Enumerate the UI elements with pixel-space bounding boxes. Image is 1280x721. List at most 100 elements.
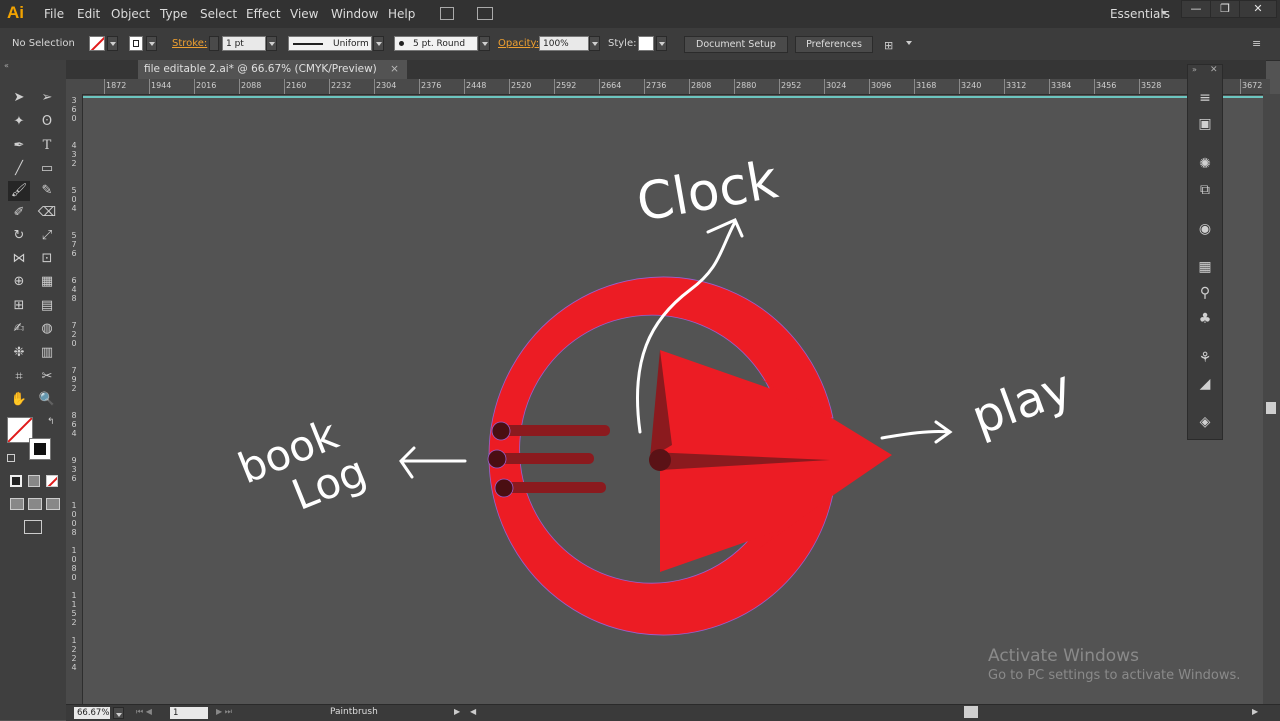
preferences-button[interactable]: Preferences <box>795 36 873 53</box>
brushes-icon[interactable]: ⚲ <box>1194 284 1216 302</box>
chevron-down-icon[interactable] <box>906 41 912 45</box>
arrange-documents-icon[interactable] <box>477 7 493 20</box>
selection-tool-icon[interactable]: ➤ <box>8 88 30 108</box>
shape-builder-tool-icon[interactable]: ⊕ <box>8 272 30 292</box>
menu-window[interactable]: Window <box>331 7 378 21</box>
blend-tool-icon[interactable]: ◍ <box>36 319 58 339</box>
gradient-tool-icon[interactable]: ▤ <box>36 296 58 316</box>
symbol-sprayer-tool-icon[interactable]: ❉ <box>8 343 30 363</box>
opacity-field[interactable]: 100% <box>539 36 589 51</box>
stroke-color-box[interactable] <box>29 438 51 460</box>
variable-width-profile[interactable]: Uniform <box>288 36 372 51</box>
close-window-button[interactable]: ✕ <box>1239 0 1277 18</box>
artboard-tool-icon[interactable]: ⌗ <box>8 367 30 387</box>
menu-object[interactable]: Object <box>111 7 150 21</box>
fill-dropdown[interactable] <box>107 36 118 51</box>
appearance-icon[interactable]: ◢ <box>1194 375 1216 393</box>
color-panel-icon[interactable]: ✺ <box>1194 155 1216 173</box>
zoom-tool-icon[interactable]: 🔍 <box>36 390 58 410</box>
stroke-weight-field[interactable]: 1 pt <box>222 36 266 51</box>
arrange-icon[interactable]: ⊞ <box>884 39 893 52</box>
chevron-down-icon[interactable] <box>1161 11 1167 15</box>
scale-tool-icon[interactable]: ⤢ <box>36 226 58 246</box>
artboard-canvas[interactable]: Clock play book Log <box>82 95 1270 705</box>
transform-panel-icon[interactable]: ▣ <box>1194 115 1216 133</box>
profile-dropdown[interactable] <box>373 36 384 51</box>
stroke-weight-dropdown[interactable] <box>266 36 277 51</box>
draw-inside-icon[interactable] <box>46 498 60 510</box>
scroll-right-icon[interactable]: ▶ <box>1252 707 1258 716</box>
brush-definition[interactable]: 5 pt. Round <box>394 36 478 51</box>
opacity-label[interactable]: Opacity: <box>498 38 539 49</box>
pen-tool-icon[interactable]: ✒ <box>8 136 30 156</box>
scroll-left-icon[interactable]: ◀ <box>470 707 476 716</box>
close-dock-icon[interactable]: ✕ <box>1210 65 1218 75</box>
menu-select[interactable]: Select <box>200 7 237 21</box>
eraser-tool-icon[interactable]: ⌫ <box>36 203 58 223</box>
graphic-style-swatch[interactable] <box>638 36 654 51</box>
opacity-dropdown[interactable] <box>589 36 600 51</box>
vertical-scrollbar[interactable] <box>1263 94 1280 704</box>
artboard-number-field[interactable]: 1 <box>170 707 208 719</box>
menu-edit[interactable]: Edit <box>77 7 100 21</box>
swatches-icon[interactable]: ◉ <box>1194 220 1216 238</box>
horizontal-ruler[interactable]: 1872 1944 2016 2088 2160 2232 2304 2376 2448 2520… <box>82 79 1270 95</box>
menu-type[interactable]: Type <box>160 7 188 21</box>
pencil-tool-icon[interactable]: ✎ <box>36 181 58 201</box>
stroke-swatch[interactable] <box>129 36 143 51</box>
expand-panels-icon[interactable]: » <box>1192 65 1197 74</box>
perspective-grid-tool-icon[interactable]: ▦ <box>36 272 58 292</box>
draw-behind-icon[interactable] <box>28 498 42 510</box>
menu-file[interactable]: File <box>44 7 64 21</box>
none-mode-icon[interactable] <box>46 475 58 487</box>
ruler-origin[interactable] <box>66 79 83 94</box>
maximize-button[interactable]: ❐ <box>1210 0 1240 18</box>
default-colors-icon[interactable] <box>7 454 15 462</box>
menu-view[interactable]: View <box>290 7 318 21</box>
stroke-label[interactable]: Stroke: <box>172 38 207 49</box>
free-transform-tool-icon[interactable]: ⊡ <box>36 249 58 269</box>
vertical-scroll-thumb[interactable] <box>1266 402 1276 414</box>
magic-wand-tool-icon[interactable]: ✦ <box>8 112 30 132</box>
rectangle-tool-icon[interactable]: ▭ <box>36 159 58 179</box>
stroke-weight-stepper[interactable] <box>209 36 219 51</box>
fill-swatch[interactable] <box>89 36 105 51</box>
bridge-icon[interactable] <box>440 7 454 20</box>
document-tab[interactable]: file editable 2.ai* @ 66.67% (CMYK/Previ… <box>138 60 407 79</box>
document-setup-button[interactable]: Document Setup <box>684 36 788 53</box>
slice-tool-icon[interactable]: ✂ <box>36 367 58 387</box>
horizontal-scroll-thumb[interactable] <box>964 706 978 718</box>
gradient-mode-icon[interactable] <box>28 475 40 487</box>
style-dropdown[interactable] <box>656 36 667 51</box>
direct-selection-tool-icon[interactable]: ➢ <box>36 88 58 108</box>
hand-tool-icon[interactable]: ✋ <box>8 390 30 410</box>
first-artboard-icon[interactable]: ⏮ ◀ <box>136 707 152 717</box>
rotate-tool-icon[interactable]: ↻ <box>8 226 30 246</box>
symbols-icon[interactable]: ♣ <box>1194 310 1216 328</box>
pathfinder-icon[interactable]: ▦ <box>1194 258 1216 276</box>
align-panel-icon[interactable]: ≡ <box>1194 89 1216 107</box>
color-mode-icon[interactable] <box>10 475 22 487</box>
panel-menu-icon[interactable]: ≡ <box>1252 37 1261 50</box>
blob-brush-tool-icon[interactable]: ✐ <box>8 203 30 223</box>
mesh-tool-icon[interactable]: ⊞ <box>8 296 30 316</box>
collapse-icon[interactable]: « <box>4 61 9 70</box>
eyedropper-tool-icon[interactable]: ✍ <box>8 319 30 339</box>
close-document-icon[interactable]: × <box>390 63 399 75</box>
color-guide-icon[interactable]: ⧉ <box>1194 181 1216 199</box>
minimize-button[interactable]: — <box>1181 0 1211 18</box>
next-artboard-icon[interactable]: ▶ ⏭ <box>216 707 232 717</box>
menu-help[interactable]: Help <box>388 7 415 21</box>
line-tool-icon[interactable]: ╱ <box>8 159 30 179</box>
stroke-dropdown[interactable] <box>146 36 157 51</box>
zoom-field[interactable]: 66.67% <box>74 707 110 719</box>
swap-colors-icon[interactable]: ↰ <box>47 417 55 427</box>
menu-effect[interactable]: Effect <box>246 7 281 21</box>
vertical-ruler[interactable]: 3 6 0 4 3 2 5 0 4 5 7 6 6 4 8 7 2 0 7 9 2 8 6 4… <box>66 94 83 704</box>
graphic-styles-icon[interactable]: ⚘ <box>1194 349 1216 367</box>
draw-mode-icon[interactable] <box>10 498 24 510</box>
paintbrush-tool-icon[interactable]: 🖌 <box>8 181 30 201</box>
lasso-tool-icon[interactable]: ʘ <box>36 112 58 132</box>
zoom-dropdown[interactable] <box>113 707 124 719</box>
brush-dropdown[interactable] <box>479 36 490 51</box>
